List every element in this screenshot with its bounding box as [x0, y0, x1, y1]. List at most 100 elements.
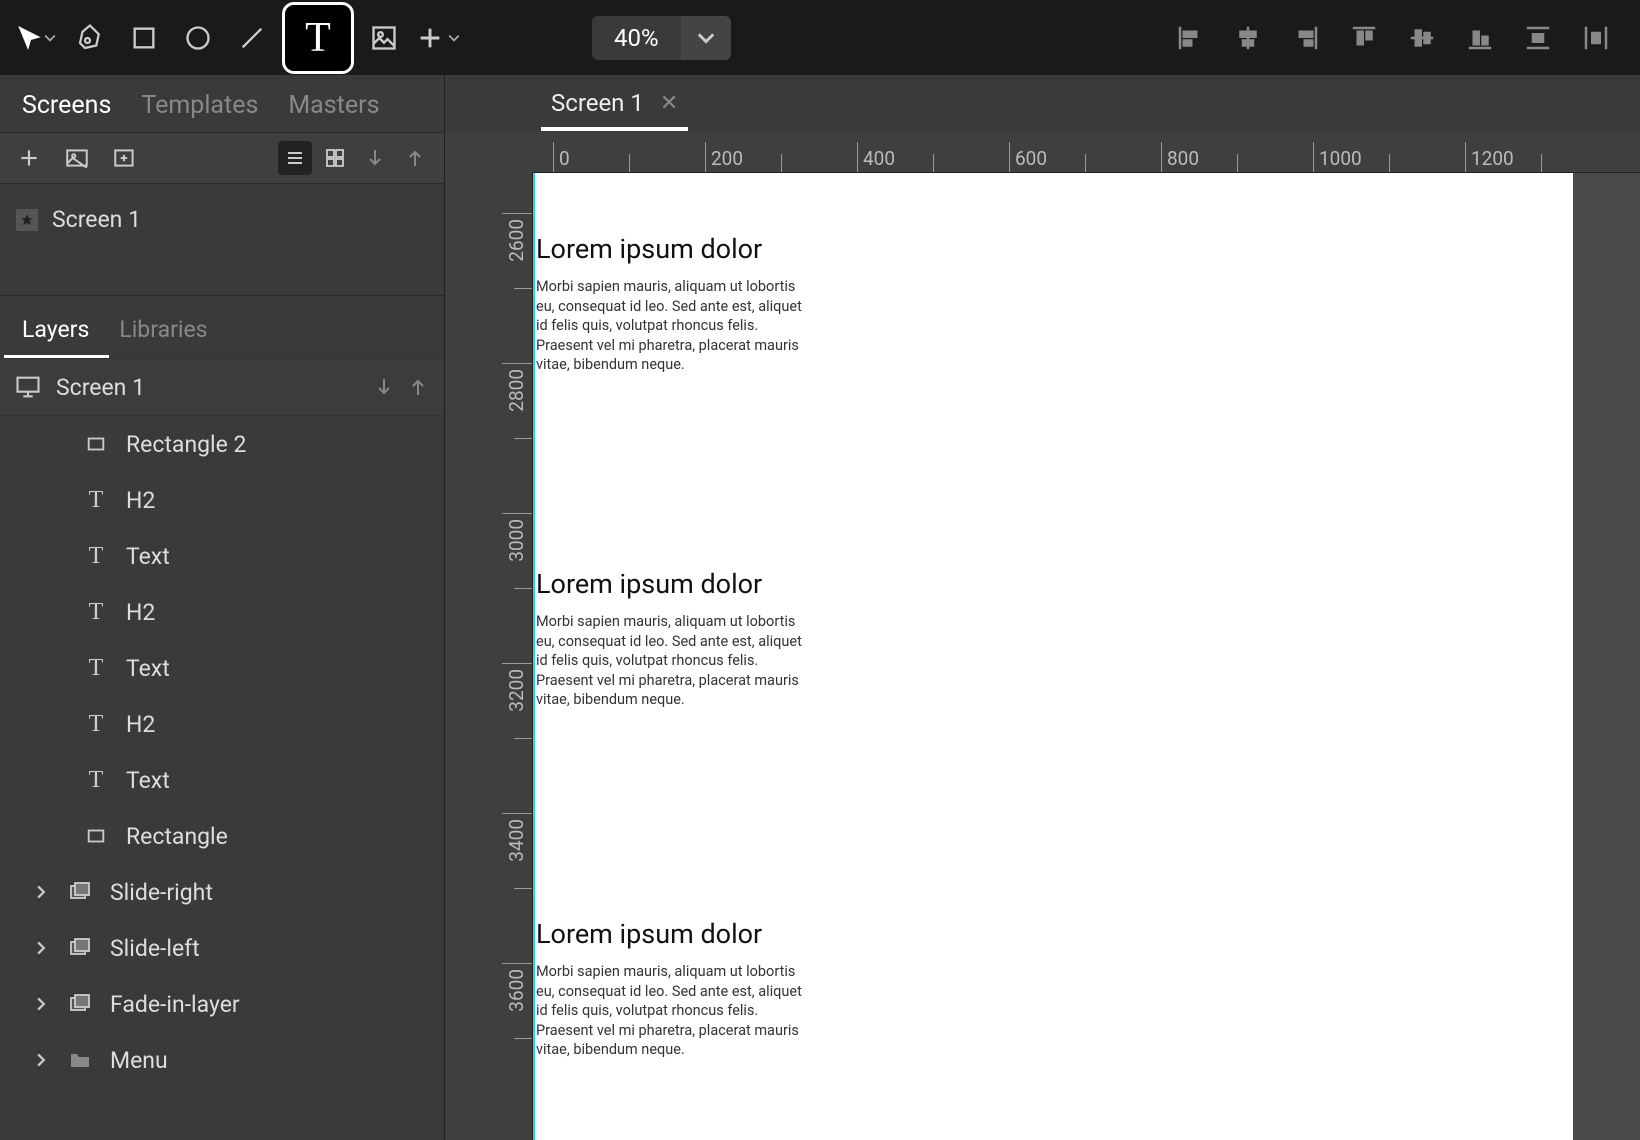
- tab-libraries[interactable]: Libraries: [119, 316, 207, 343]
- rect-icon: [82, 430, 110, 458]
- distribute-h-icon[interactable]: [1576, 18, 1616, 58]
- heading: Lorem ipsum dolor: [536, 568, 816, 600]
- screen-item[interactable]: Screen 1: [12, 198, 432, 241]
- align-bottom-icon[interactable]: [1460, 18, 1500, 58]
- line-tool[interactable]: [228, 14, 276, 62]
- ruler-corner: [445, 131, 533, 173]
- layer-item[interactable]: T Text: [0, 752, 444, 808]
- align-left-icon[interactable]: [1170, 18, 1210, 58]
- layer-item[interactable]: Slide-left: [0, 920, 444, 976]
- layer-item-label: H2: [126, 599, 155, 626]
- align-group: [1170, 18, 1628, 58]
- layer-item-label: H2: [126, 711, 155, 738]
- screens-list: Screen 1: [0, 184, 444, 255]
- text-block[interactable]: Lorem ipsum dolor Morbi sapien mauris, al…: [536, 233, 816, 375]
- add-tool[interactable]: [414, 14, 462, 62]
- heading: Lorem ipsum dolor: [536, 918, 816, 950]
- home-screen-icon: [16, 209, 38, 231]
- rectangle-tool[interactable]: [120, 14, 168, 62]
- left-panel: Screens Templates Masters Screen 1: [0, 75, 445, 1140]
- layer-item[interactable]: Fade-in-layer: [0, 976, 444, 1032]
- layer-root-label: Screen 1: [56, 374, 145, 401]
- text-tool-icon: T: [305, 14, 331, 62]
- align-vcenter-icon[interactable]: [1402, 18, 1442, 58]
- paragraph: Morbi sapien mauris, aliquam ut lobortis…: [536, 962, 816, 1060]
- arrow-down-icon[interactable]: [372, 375, 396, 399]
- layer-item-label: Text: [126, 543, 170, 570]
- layer-item-label: Text: [126, 767, 170, 794]
- monitor-icon: [14, 373, 42, 401]
- screen-label: Screen 1: [52, 206, 141, 233]
- grid-view-button[interactable]: [318, 141, 352, 175]
- text-block[interactable]: Lorem ipsum dolor Morbi sapien mauris, al…: [536, 918, 816, 1060]
- canvas-tabs: Screen 1 ✕: [445, 75, 1640, 131]
- layer-item[interactable]: T H2: [0, 696, 444, 752]
- text-icon: T: [82, 542, 110, 570]
- artboard[interactable]: Lorem ipsum dolor Morbi sapien mauris, al…: [533, 173, 1573, 1140]
- group-icon: [66, 934, 94, 962]
- align-right-icon[interactable]: [1286, 18, 1326, 58]
- layer-item-label: Text: [126, 655, 170, 682]
- layer-item[interactable]: Menu: [0, 1032, 444, 1088]
- sort-up-button[interactable]: [398, 141, 432, 175]
- canvas-tab-label: Screen 1: [551, 89, 644, 117]
- ruler-vertical[interactable]: 260028003000320034003600: [445, 173, 533, 1140]
- heading: Lorem ipsum dolor: [536, 233, 816, 265]
- layer-item[interactable]: T Text: [0, 640, 444, 696]
- layer-item[interactable]: T Text: [0, 528, 444, 584]
- pointer-tool[interactable]: [12, 14, 60, 62]
- layer-item[interactable]: T H2: [0, 584, 444, 640]
- tools-group: T: [12, 2, 462, 74]
- arrow-up-icon[interactable]: [406, 375, 430, 399]
- text-icon: T: [82, 654, 110, 682]
- layer-item[interactable]: Slide-right: [0, 864, 444, 920]
- list-view-button[interactable]: [278, 141, 312, 175]
- add-screen-button[interactable]: [12, 141, 46, 175]
- paragraph: Morbi sapien mauris, aliquam ut lobortis…: [536, 612, 816, 710]
- layer-item[interactable]: Rectangle: [0, 808, 444, 864]
- paragraph: Morbi sapien mauris, aliquam ut lobortis…: [536, 277, 816, 375]
- text-icon: T: [82, 598, 110, 626]
- zoom-value[interactable]: 40%: [592, 16, 681, 60]
- layer-item-label: Fade-in-layer: [110, 991, 240, 1018]
- layers-tabs: Layers Libraries: [0, 295, 444, 355]
- align-hcenter-icon[interactable]: [1228, 18, 1268, 58]
- text-icon: T: [82, 710, 110, 738]
- folder-icon: [66, 1046, 94, 1074]
- chevron-right-icon: [32, 941, 50, 955]
- layer-root-row[interactable]: Screen 1: [0, 358, 444, 416]
- text-block[interactable]: Lorem ipsum dolor Morbi sapien mauris, al…: [536, 568, 816, 710]
- ruler-horizontal[interactable]: 020040060080010001200: [533, 131, 1640, 173]
- zoom-control: 40%: [592, 16, 731, 60]
- distribute-v-icon[interactable]: [1518, 18, 1558, 58]
- layer-item-label: H2: [126, 487, 155, 514]
- layer-item[interactable]: Rectangle 2: [0, 416, 444, 472]
- image-tool[interactable]: [360, 14, 408, 62]
- layer-item-label: Rectangle 2: [126, 431, 246, 458]
- layer-item-label: Rectangle: [126, 823, 228, 850]
- canvas-tab[interactable]: Screen 1 ✕: [541, 81, 688, 131]
- duplicate-screen-button[interactable]: [108, 141, 142, 175]
- layer-item[interactable]: T H2: [0, 472, 444, 528]
- screens-toolbar: [0, 132, 444, 184]
- add-image-screen-button[interactable]: [60, 141, 94, 175]
- pen-tool[interactable]: [66, 14, 114, 62]
- align-top-icon[interactable]: [1344, 18, 1384, 58]
- ellipse-tool[interactable]: [174, 14, 222, 62]
- zoom-dropdown[interactable]: [681, 16, 731, 60]
- chevron-right-icon: [32, 885, 50, 899]
- text-icon: T: [82, 766, 110, 794]
- layer-item-label: Slide-right: [110, 879, 213, 906]
- tab-layers[interactable]: Layers: [22, 316, 89, 343]
- close-tab-icon[interactable]: ✕: [660, 91, 678, 116]
- sort-down-button[interactable]: [358, 141, 392, 175]
- tab-screens[interactable]: Screens: [22, 91, 111, 120]
- group-icon: [66, 878, 94, 906]
- tab-templates[interactable]: Templates: [141, 91, 258, 120]
- canvas-viewport[interactable]: Lorem ipsum dolor Morbi sapien mauris, al…: [533, 173, 1640, 1140]
- text-tool[interactable]: T: [282, 2, 354, 74]
- tab-masters[interactable]: Masters: [288, 91, 379, 120]
- guide-vertical[interactable]: [533, 173, 535, 1140]
- text-icon: T: [82, 486, 110, 514]
- layer-list: Rectangle 2 T H2 T Text T H2 T Text T H2 T Text Recta…: [0, 416, 444, 1140]
